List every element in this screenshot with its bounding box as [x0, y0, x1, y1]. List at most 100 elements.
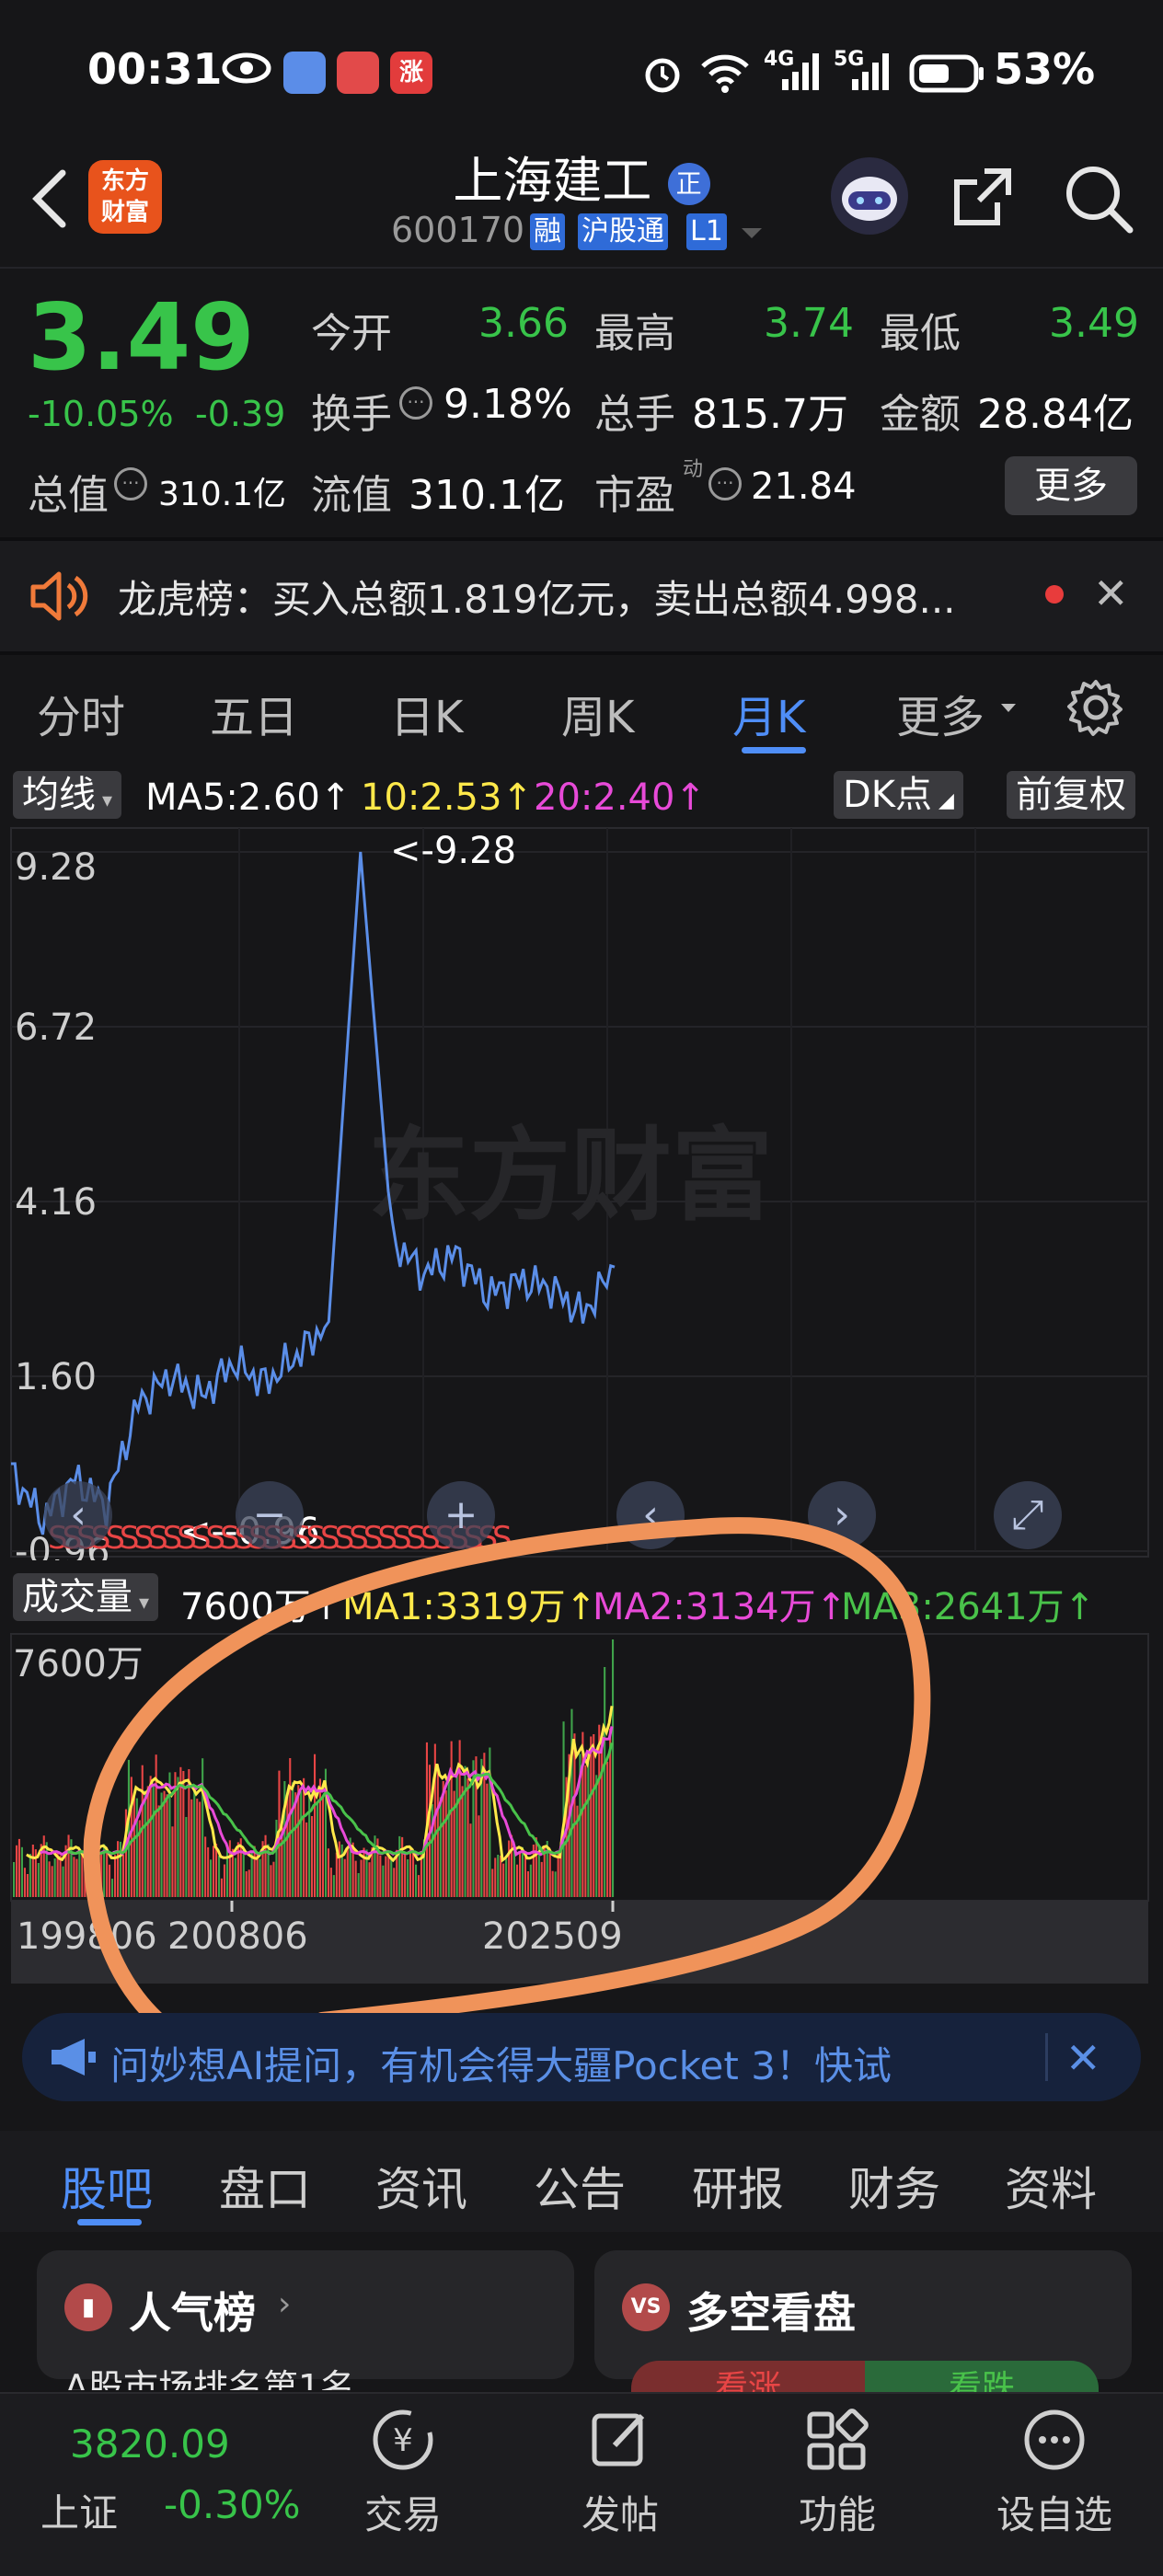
volume-bar: [135, 1798, 138, 1897]
alarm-icon: [640, 52, 685, 99]
scroll-left-button[interactable]: ‹: [616, 1481, 685, 1549]
reset-button[interactable]: ‹: [44, 1481, 112, 1549]
volume-bar: [354, 1860, 357, 1897]
chevron-down-icon[interactable]: [740, 226, 764, 245]
tab-research[interactable]: 研报: [692, 2153, 784, 2219]
bull-bear-title: 多空看盘: [686, 2288, 856, 2338]
volume-bar: [81, 1855, 84, 1897]
ma-label: 均线: [22, 774, 96, 816]
more-dots-icon[interactable]: [990, 2403, 1119, 2491]
volume-bar: [17, 1838, 20, 1897]
tag-margin: 融: [530, 213, 565, 250]
eye-icon: [221, 52, 272, 85]
signal-4g-icon: [780, 52, 821, 96]
fullscreen-button[interactable]: ⤢: [994, 1481, 1062, 1549]
speaker-icon: [28, 569, 88, 627]
volume-chart[interactable]: 7600万 199806 200806 202509: [0, 1630, 1163, 1998]
tab-five-day[interactable]: 五日: [210, 681, 298, 745]
volume-selector[interactable]: 成交量 ▾: [13, 1573, 159, 1621]
scroll-right-button[interactable]: ›: [808, 1481, 876, 1549]
volume-bar: [398, 1835, 401, 1897]
bull-bear-card[interactable]: [594, 2250, 1132, 2379]
vol-axis-tick: 7600万: [13, 1643, 144, 1685]
index-change[interactable]: -0.30%: [164, 2482, 301, 2527]
volume-bar: [31, 1845, 34, 1897]
vol-ma3: MA3:2641万↑: [841, 1586, 1096, 1628]
battery-icon: [909, 53, 986, 98]
current-price: 3.49: [28, 283, 255, 391]
close-icon[interactable]: ✕: [1065, 2033, 1101, 2083]
more-quote-button[interactable]: 更多: [1005, 456, 1137, 515]
info-icon[interactable]: ···: [114, 467, 147, 500]
volume-bar: [540, 1861, 543, 1897]
x-tick-2008: 200806: [167, 1915, 308, 1958]
bearish-button[interactable]: 看跌: [865, 2361, 1099, 2392]
info-icon[interactable]: ···: [399, 386, 432, 420]
chart-watermark: 东方财富: [368, 1120, 773, 1233]
tab-intraday[interactable]: 分时: [37, 681, 125, 745]
nav-post[interactable]: 发帖: [556, 2484, 685, 2540]
volume-bar: [215, 1844, 218, 1897]
nav-trade[interactable]: 交易: [339, 2484, 467, 2540]
volume-bar: [171, 1826, 174, 1897]
zoom-in-button[interactable]: +: [427, 1481, 495, 1549]
robot-assistant-icon[interactable]: [828, 155, 911, 237]
signal-5g-icon: [850, 52, 891, 96]
volume-bar: [357, 1873, 360, 1897]
y-tick-label: 1.60: [15, 1356, 97, 1398]
edit-icon[interactable]: [556, 2403, 685, 2491]
volume-bar: [551, 1870, 554, 1897]
tab-finance[interactable]: 财务: [848, 2153, 940, 2219]
apps-grid-icon[interactable]: [773, 2403, 902, 2491]
volume-bar: [59, 1855, 62, 1897]
volume-bar: [535, 1837, 537, 1897]
volume-bar: [385, 1856, 387, 1897]
info-icon[interactable]: ···: [708, 467, 742, 500]
price-chart[interactable]: 东方财富 9.286.724.161.60-0.96 <-9.28 <--0.9…: [0, 824, 1163, 1560]
pe-label: 市盈: [594, 472, 675, 519]
volume-bar: [294, 1792, 297, 1897]
volume-bar: [188, 1769, 190, 1897]
zoom-out-button[interactable]: −: [236, 1481, 304, 1549]
nav-functions[interactable]: 功能: [773, 2484, 902, 2540]
volume-bar: [390, 1857, 393, 1897]
bullish-button[interactable]: 看涨: [631, 2361, 865, 2392]
ma20-value: 20:2.40↑: [534, 776, 706, 819]
vs-icon: VS: [622, 2283, 670, 2331]
volume-bar: [335, 1852, 338, 1897]
tab-daily-k[interactable]: 日K: [390, 681, 463, 745]
volume-ma-line: [67, 1742, 614, 1856]
volume-bar: [340, 1844, 343, 1897]
tab-profile[interactable]: 资料: [1005, 2153, 1097, 2219]
market-cap-label: 总值: [28, 472, 109, 519]
ma-selector[interactable]: 均线 ▾: [13, 771, 122, 819]
volume-bar: [318, 1778, 321, 1897]
trade-icon[interactable]: ¥: [339, 2403, 467, 2491]
tab-monthly-k[interactable]: 月K: [732, 681, 805, 745]
price-adjust-button[interactable]: 前复权: [1007, 771, 1135, 819]
dk-point-button[interactable]: DK点 ◢: [834, 771, 963, 819]
tab-forum[interactable]: 股吧: [61, 2153, 153, 2219]
volume-bar: [53, 1858, 56, 1897]
volume-bar: [382, 1865, 385, 1897]
volume-bar: [73, 1857, 75, 1897]
tab-announcements[interactable]: 公告: [534, 2153, 626, 2219]
share-icon[interactable]: [948, 162, 1018, 236]
search-icon[interactable]: [1062, 162, 1135, 239]
volume-bar: [13, 1862, 16, 1897]
amount-value: 28.84亿: [977, 391, 1134, 438]
index-name[interactable]: 上证: [40, 2482, 118, 2538]
nav-add-watchlist[interactable]: 设自选: [990, 2484, 1119, 2540]
index-value[interactable]: 3820.09: [70, 2421, 230, 2467]
svg-text:¥: ¥: [393, 2422, 413, 2459]
gear-icon[interactable]: [1065, 677, 1126, 742]
volume-bar: [132, 1792, 135, 1897]
tab-more[interactable]: 更多: [896, 681, 985, 745]
tab-news[interactable]: 资讯: [375, 2153, 467, 2219]
tab-weekly-k[interactable]: 周K: [561, 681, 634, 745]
ma10-value: 10:2.53↑: [361, 776, 533, 819]
close-icon[interactable]: ✕: [1093, 569, 1129, 618]
tab-order-book[interactable]: 盘口: [219, 2153, 311, 2219]
volume-bar: [67, 1834, 70, 1897]
popularity-title: 人气榜: [129, 2288, 256, 2338]
